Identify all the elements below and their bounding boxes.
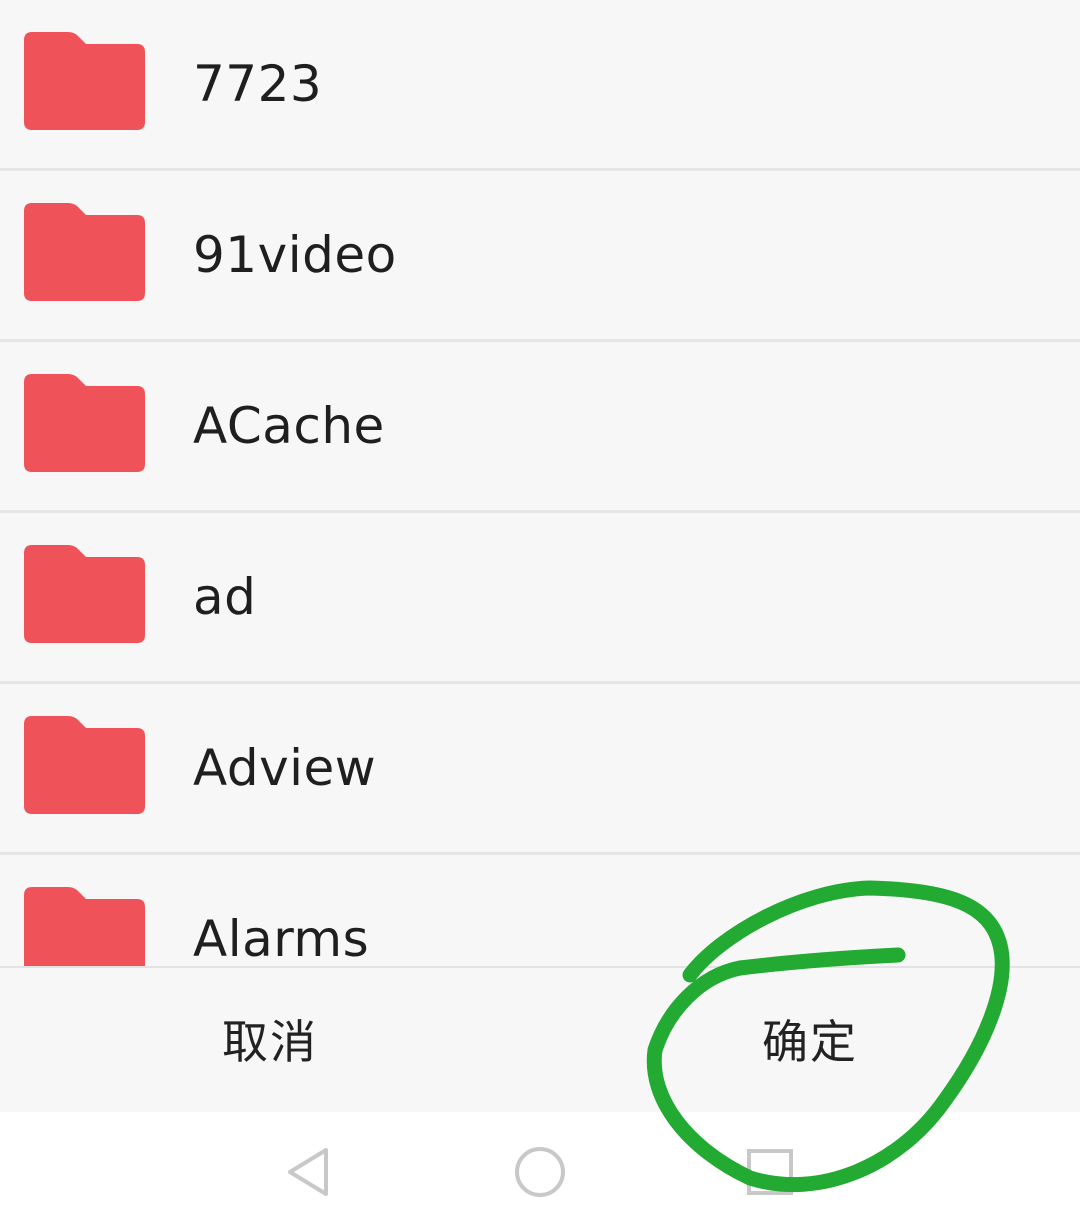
folder-icon (24, 203, 145, 301)
folder-row[interactable]: 91video (0, 171, 1080, 342)
folder-row[interactable]: Adview (0, 684, 1080, 855)
dialog-action-bar: 取消 确定 (0, 966, 1080, 1112)
back-triangle-icon[interactable] (280, 1142, 340, 1202)
folder-icon (24, 887, 145, 966)
folder-icon (24, 32, 145, 130)
folder-name: ACache (193, 397, 385, 455)
folder-name: Alarms (193, 910, 370, 966)
recents-square-icon[interactable] (740, 1142, 800, 1202)
folder-list[interactable]: 7723 91video ACache ad Adview Alarms (0, 0, 1080, 966)
folder-row[interactable]: 7723 (0, 0, 1080, 171)
confirm-button[interactable]: 确定 (540, 968, 1080, 1112)
home-circle-icon[interactable] (510, 1142, 570, 1202)
folder-name: 7723 (193, 55, 323, 113)
system-navigation-bar (0, 1112, 1080, 1228)
cancel-button[interactable]: 取消 (0, 968, 540, 1112)
folder-row[interactable]: Alarms (0, 855, 1080, 966)
folder-icon (24, 716, 145, 814)
folder-name: 91video (193, 226, 397, 284)
folder-name: Adview (193, 739, 377, 797)
folder-name: ad (193, 568, 257, 626)
folder-row[interactable]: ad (0, 513, 1080, 684)
folder-icon (24, 374, 145, 472)
folder-picker-screen: 7723 91video ACache ad Adview Alarms 取消 … (0, 0, 1080, 1228)
folder-row[interactable]: ACache (0, 342, 1080, 513)
folder-icon (24, 545, 145, 643)
